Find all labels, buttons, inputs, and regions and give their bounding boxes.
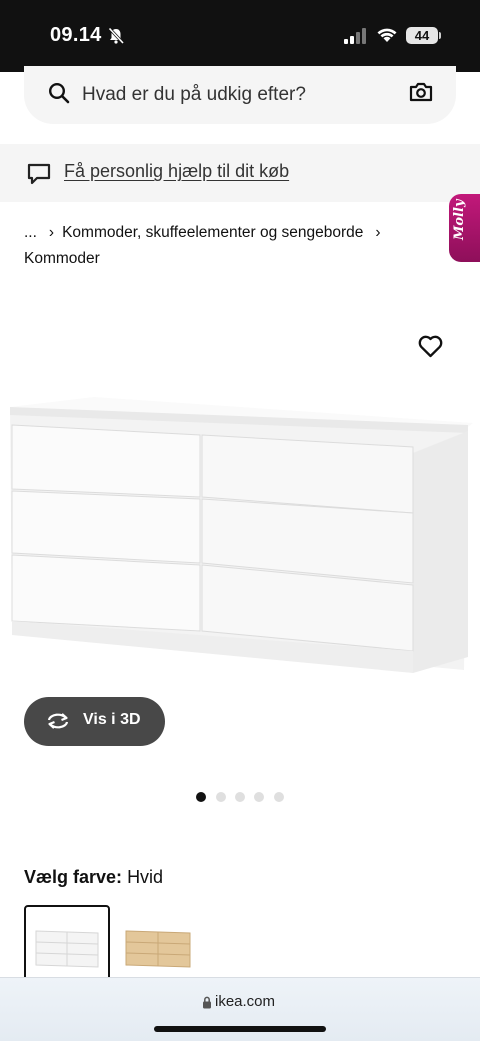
view-in-3d-button[interactable]: Vis i 3D bbox=[24, 697, 165, 746]
search-icon[interactable] bbox=[48, 82, 70, 109]
personal-help-link[interactable]: Få personlig hjælp til dit køb bbox=[64, 161, 289, 182]
color-label: Vælg farve: bbox=[24, 867, 123, 887]
carousel-dot[interactable] bbox=[196, 792, 206, 802]
molly-label: Molly bbox=[452, 199, 467, 241]
personal-help-banner[interactable]: Få personlig hjælp til dit køb bbox=[0, 144, 480, 202]
browser-address-bar[interactable]: ikea.com bbox=[0, 977, 480, 1041]
breadcrumb-ellipsis[interactable]: ... bbox=[24, 224, 37, 241]
selected-color-value: Hvid bbox=[127, 867, 164, 887]
product-image[interactable] bbox=[8, 395, 473, 685]
camera-icon[interactable] bbox=[409, 81, 433, 108]
rotate-3d-icon bbox=[45, 711, 71, 736]
carousel-dot[interactable] bbox=[216, 792, 226, 802]
favorite-heart-icon[interactable] bbox=[418, 335, 443, 363]
home-indicator[interactable] bbox=[154, 1026, 326, 1032]
battery-tip bbox=[439, 32, 441, 39]
battery-icon: 44 bbox=[406, 27, 438, 44]
view-in-3d-label: Vis i 3D bbox=[83, 711, 141, 728]
carousel-dot[interactable] bbox=[274, 792, 284, 802]
cellular-signal-icon bbox=[344, 28, 368, 49]
breadcrumb-category[interactable]: Kommoder, skuffeelementer og sengeborde bbox=[62, 224, 363, 241]
chat-bubble-icon bbox=[26, 161, 52, 192]
carousel-dot[interactable] bbox=[235, 792, 245, 802]
browser-url[interactable]: ikea.com bbox=[215, 993, 275, 1010]
color-selector-label: Vælg farve: Hvid bbox=[24, 867, 163, 888]
molly-assistant-tab[interactable]: Molly bbox=[449, 194, 480, 262]
wifi-icon bbox=[376, 26, 398, 49]
bell-muted-icon bbox=[107, 27, 125, 50]
status-time: 09.14 bbox=[50, 24, 102, 46]
status-bar: 09.14 44 bbox=[0, 0, 480, 72]
chevron-right-icon: › bbox=[48, 224, 55, 241]
search-bar[interactable] bbox=[24, 66, 456, 124]
lock-icon bbox=[202, 996, 212, 1014]
breadcrumb-current[interactable]: Kommoder bbox=[24, 250, 100, 267]
search-input[interactable] bbox=[82, 80, 402, 110]
carousel-dot[interactable] bbox=[254, 792, 264, 802]
breadcrumb: ... › Kommoder, skuffeelementer og sengebo… bbox=[24, 220, 424, 272]
chevron-right-icon: › bbox=[375, 224, 381, 241]
